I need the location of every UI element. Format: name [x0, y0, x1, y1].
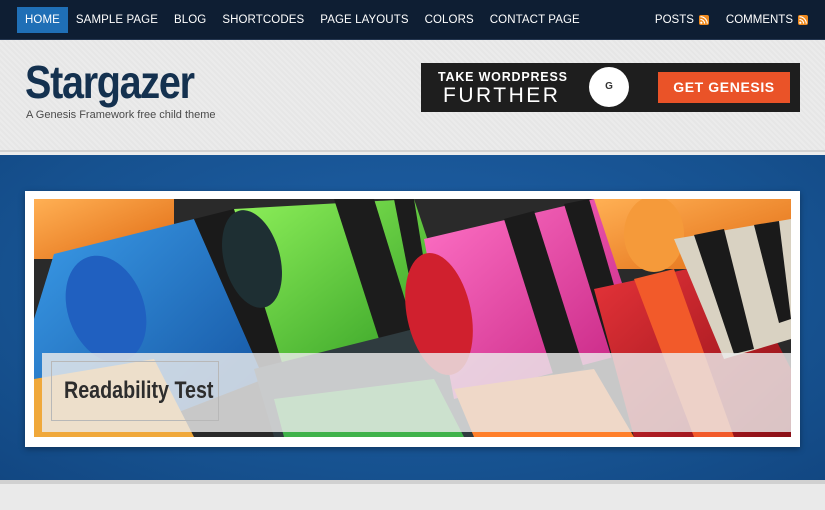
content-area-top	[0, 480, 825, 510]
slide-caption-text: Readability Test	[64, 377, 214, 404]
nav-item-blog[interactable]: Blog	[166, 7, 214, 33]
genesis-logo-icon: G	[589, 67, 629, 107]
posts-feed-label: Posts	[654, 14, 694, 26]
nav-item-home[interactable]: Home	[17, 7, 68, 33]
rss-icon	[798, 15, 808, 25]
featured-slider-section: Readability Test	[0, 155, 825, 480]
comments-feed-label: Comments	[725, 14, 793, 26]
nav-item-colors[interactable]: Colors	[417, 7, 482, 33]
slide-image[interactable]: Readability Test	[34, 199, 791, 437]
nav-item-sample-page[interactable]: Sample Page	[68, 7, 166, 33]
comments-feed-link[interactable]: Comments	[726, 7, 808, 33]
banner-line-1: TAKE WORDPRESS	[438, 70, 568, 84]
rss-icon	[698, 15, 709, 25]
site-title[interactable]: Stargazer	[25, 55, 195, 109]
site-description: A Genesis Framework free child theme	[26, 109, 216, 121]
site-header: Stargazer A Genesis Framework free child…	[0, 40, 825, 152]
slide-caption-bar: Readability Test	[42, 353, 791, 432]
nav-item-shortcodes[interactable]: Shortcodes	[214, 7, 312, 33]
nav-item-contact-page[interactable]: Contact Page	[482, 7, 588, 33]
slider-frame: Readability Test	[25, 191, 800, 447]
nav-item-page-layouts[interactable]: Page Layouts	[312, 7, 416, 33]
genesis-ad-banner[interactable]: TAKE WORDPRESS FURTHER G GET GENESIS	[421, 63, 800, 112]
feed-links: Posts Comments	[638, 7, 808, 33]
banner-line-2: FURTHER	[443, 84, 561, 107]
slide-caption-title[interactable]: Readability Test	[51, 361, 219, 421]
primary-menu: Home Sample Page Blog Shortcodes Page La…	[17, 7, 588, 33]
top-nav-bar: Home Sample Page Blog Shortcodes Page La…	[0, 0, 825, 40]
get-genesis-button[interactable]: GET GENESIS	[658, 72, 790, 103]
posts-feed-link[interactable]: Posts	[655, 7, 709, 33]
